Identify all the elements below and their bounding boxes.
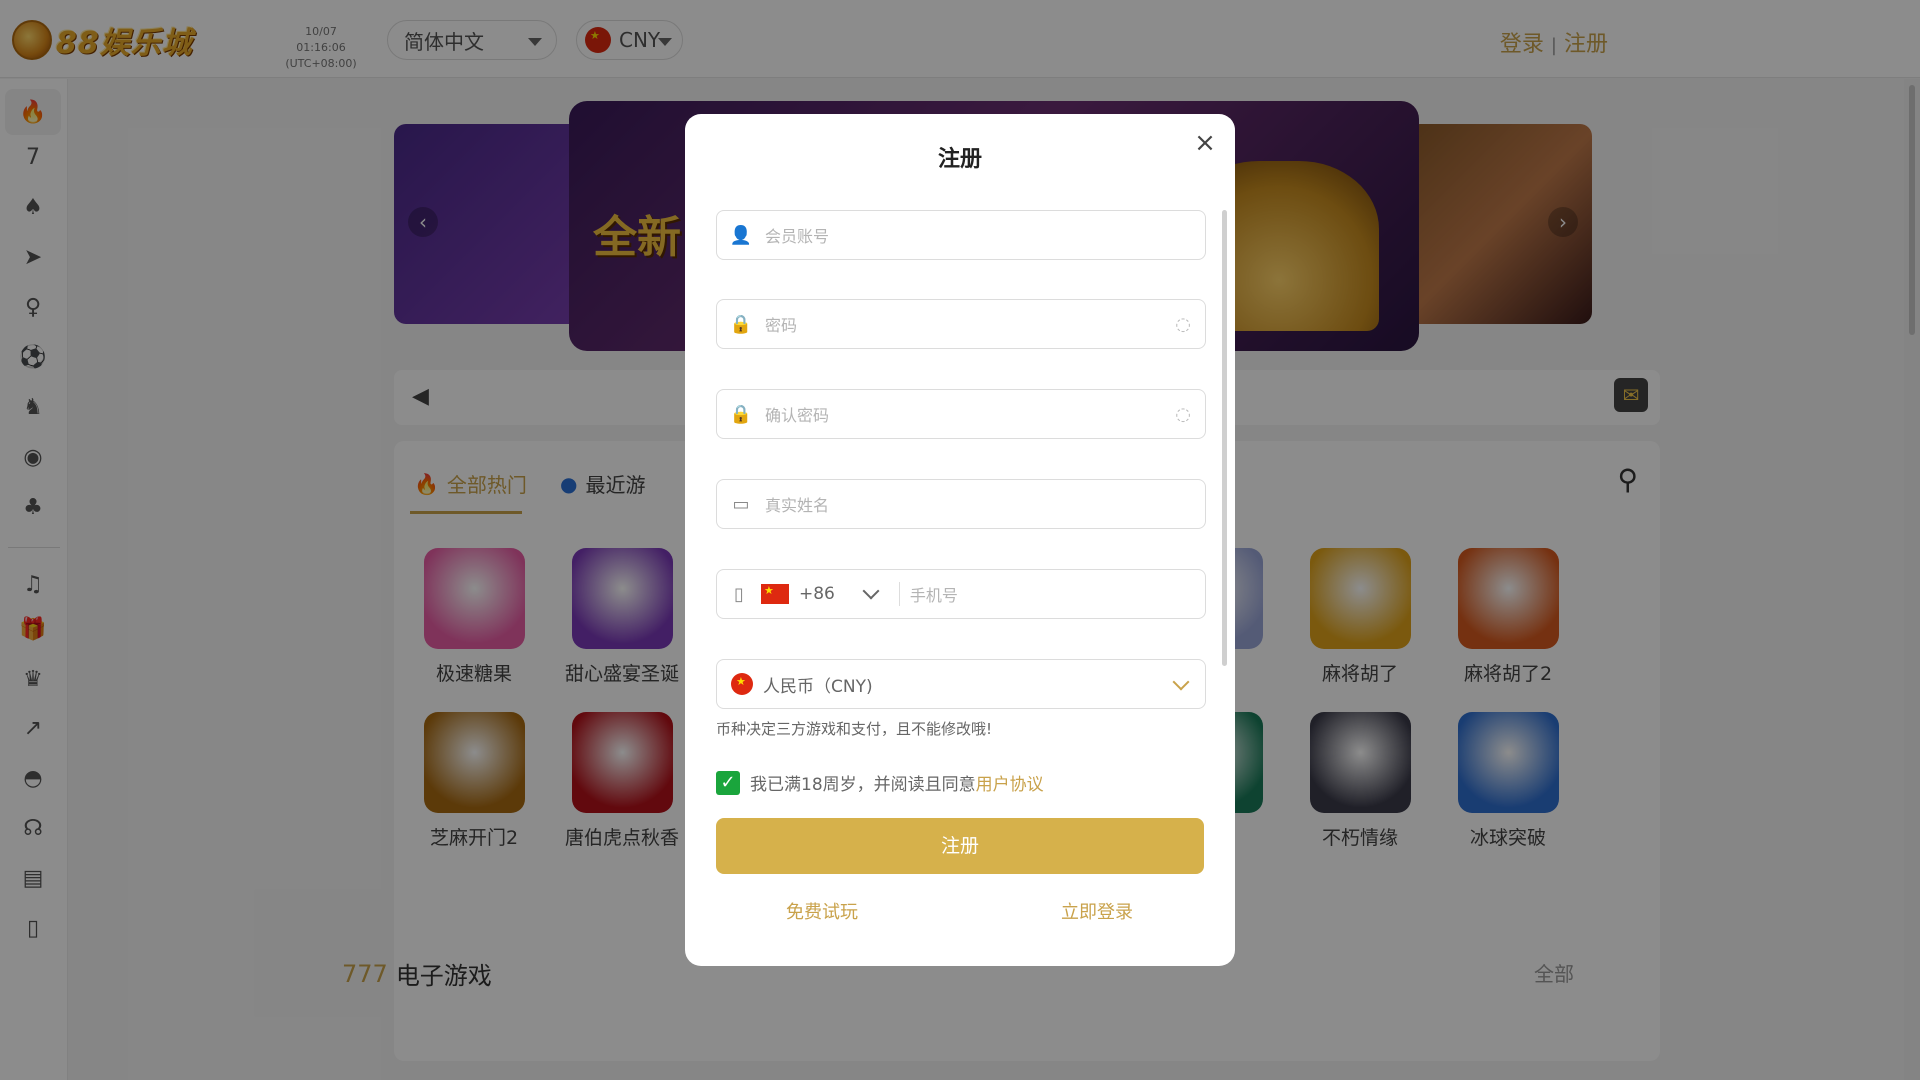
agreement-text: 我已满18周岁，并阅读且同意: [750, 775, 976, 795]
phone-field[interactable]: ▯ +86 手机号: [716, 569, 1206, 619]
register-submit-button[interactable]: 注册: [716, 818, 1204, 874]
user-agreement-link[interactable]: 用户协议: [976, 770, 1044, 795]
close-icon[interactable]: ×: [1193, 130, 1217, 156]
currency-value: 人民币（CNY): [763, 676, 873, 697]
chevron-down-icon[interactable]: [862, 582, 880, 600]
eye-slash-icon[interactable]: ◌: [1175, 404, 1191, 425]
lock-icon: 🔒: [729, 313, 753, 335]
currency-select[interactable]: 人民币（CNY): [716, 659, 1206, 709]
china-flag-icon: [761, 584, 789, 604]
china-flag-icon: [731, 673, 753, 695]
login-now-link[interactable]: 立即登录: [1061, 898, 1133, 924]
currency-hint: 币种决定三方游戏和支付，且不能修改哦!: [716, 720, 993, 738]
id-card-icon: ▭: [732, 493, 750, 515]
lock-icon: 🔒: [729, 403, 753, 425]
user-icon: 👤: [729, 224, 753, 246]
username-placeholder: 会员账号: [765, 227, 830, 246]
phone-placeholder: 手机号: [909, 586, 958, 605]
password-placeholder: 密码: [765, 316, 798, 335]
confirm-password-field[interactable]: 🔒 确认密码 ◌: [716, 389, 1206, 439]
age-agree-checkbox[interactable]: ✓: [716, 770, 740, 795]
username-field[interactable]: 👤 会员账号: [716, 210, 1206, 260]
phone-divider: [898, 582, 900, 606]
chevron-down-icon: [1172, 673, 1190, 691]
agreement-row: ✓ 我已满18周岁，并阅读且同意 用户协议: [716, 770, 1044, 795]
modal-title: 注册: [937, 147, 982, 172]
mobile-phone-icon: ▯: [734, 583, 744, 605]
realname-field[interactable]: ▭ 真实姓名: [716, 479, 1206, 529]
realname-placeholder: 真实姓名: [765, 496, 830, 515]
modal-scrollbar[interactable]: [1222, 210, 1227, 666]
free-trial-link[interactable]: 免费试玩: [786, 898, 858, 924]
country-code[interactable]: +86: [799, 584, 835, 604]
register-modal: 注册 × 👤 会员账号 🔒 密码 ◌ 🔒 确认密码 ◌ ▭ 真实姓名 ▯ +86…: [685, 114, 1235, 966]
confirm-password-placeholder: 确认密码: [765, 406, 830, 425]
password-field[interactable]: 🔒 密码 ◌: [716, 299, 1206, 349]
eye-slash-icon[interactable]: ◌: [1175, 314, 1191, 335]
